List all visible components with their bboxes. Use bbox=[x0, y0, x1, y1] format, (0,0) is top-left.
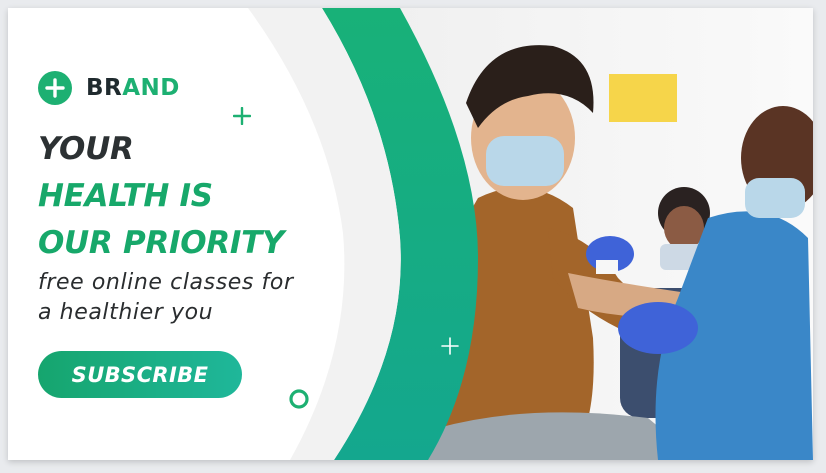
brand-name-part1: BR bbox=[86, 75, 123, 101]
headline-line1: YOUR bbox=[38, 131, 134, 167]
brand-name-part2: AND bbox=[122, 75, 180, 101]
subtitle-line2: a healthier you bbox=[38, 300, 214, 325]
health-banner: BRAND YOUR HEALTH IS OUR PRIORITY free o… bbox=[8, 8, 813, 460]
brand-logo[interactable]: BRAND bbox=[38, 71, 180, 105]
ring-icon bbox=[289, 389, 309, 409]
subscribe-button[interactable]: SUBSCRIBE bbox=[38, 351, 242, 398]
headline-line3: OUR PRIORITY bbox=[38, 225, 285, 261]
subtitle: free online classes for a healthier you bbox=[38, 268, 358, 328]
brand-name: BRAND bbox=[86, 75, 180, 101]
plus-sparkle-icon bbox=[233, 107, 251, 125]
plus-circle-icon bbox=[38, 71, 72, 105]
plus-sparkle-icon bbox=[441, 337, 459, 355]
subtitle-line1: free online classes for bbox=[38, 270, 294, 295]
headline-line2: HEALTH IS bbox=[38, 178, 213, 214]
headline: YOUR HEALTH IS OUR PRIORITY bbox=[38, 126, 284, 267]
